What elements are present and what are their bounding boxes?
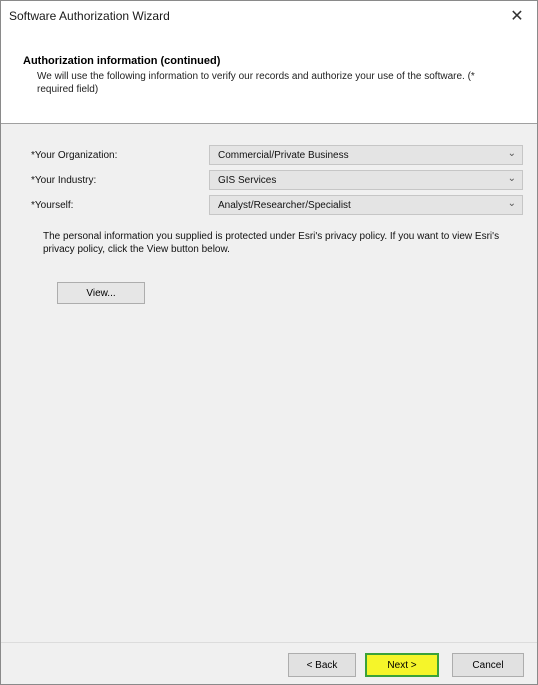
close-icon: ✕ bbox=[510, 8, 524, 25]
view-button[interactable]: View... bbox=[57, 282, 145, 304]
window-title: Software Authorization Wizard bbox=[9, 9, 170, 23]
close-button[interactable]: ✕ bbox=[497, 1, 537, 31]
yourself-label: *Yourself: bbox=[31, 200, 74, 211]
chevron-down-icon: ⌄ bbox=[507, 198, 516, 209]
title-bar: Software Authorization Wizard ✕ bbox=[1, 1, 537, 31]
yourself-select[interactable]: Analyst/Researcher/Specialist ⌄ bbox=[209, 195, 523, 215]
cancel-button[interactable]: Cancel bbox=[452, 653, 524, 677]
industry-value: GIS Services bbox=[218, 175, 277, 186]
privacy-notice: The personal information you supplied is… bbox=[43, 231, 500, 255]
back-button[interactable]: < Back bbox=[288, 653, 356, 677]
wizard-body: *Your Organization: Commercial/Private B… bbox=[1, 124, 537, 634]
page-description: We will use the following information to… bbox=[37, 71, 475, 95]
footer-divider bbox=[1, 642, 537, 643]
chevron-down-icon: ⌄ bbox=[507, 148, 516, 159]
industry-label: *Your Industry: bbox=[31, 175, 97, 186]
chevron-down-icon: ⌄ bbox=[507, 173, 516, 184]
wizard-window: Software Authorization Wizard ✕ Authoriz… bbox=[0, 0, 538, 685]
page-title: Authorization information (continued) bbox=[23, 55, 221, 67]
yourself-value: Analyst/Researcher/Specialist bbox=[218, 200, 351, 211]
organization-label: *Your Organization: bbox=[31, 150, 118, 161]
wizard-header: Authorization information (continued) We… bbox=[1, 31, 537, 124]
next-button[interactable]: Next > bbox=[365, 653, 439, 677]
industry-select[interactable]: GIS Services ⌄ bbox=[209, 170, 523, 190]
organization-select[interactable]: Commercial/Private Business ⌄ bbox=[209, 145, 523, 165]
organization-value: Commercial/Private Business bbox=[218, 150, 349, 161]
